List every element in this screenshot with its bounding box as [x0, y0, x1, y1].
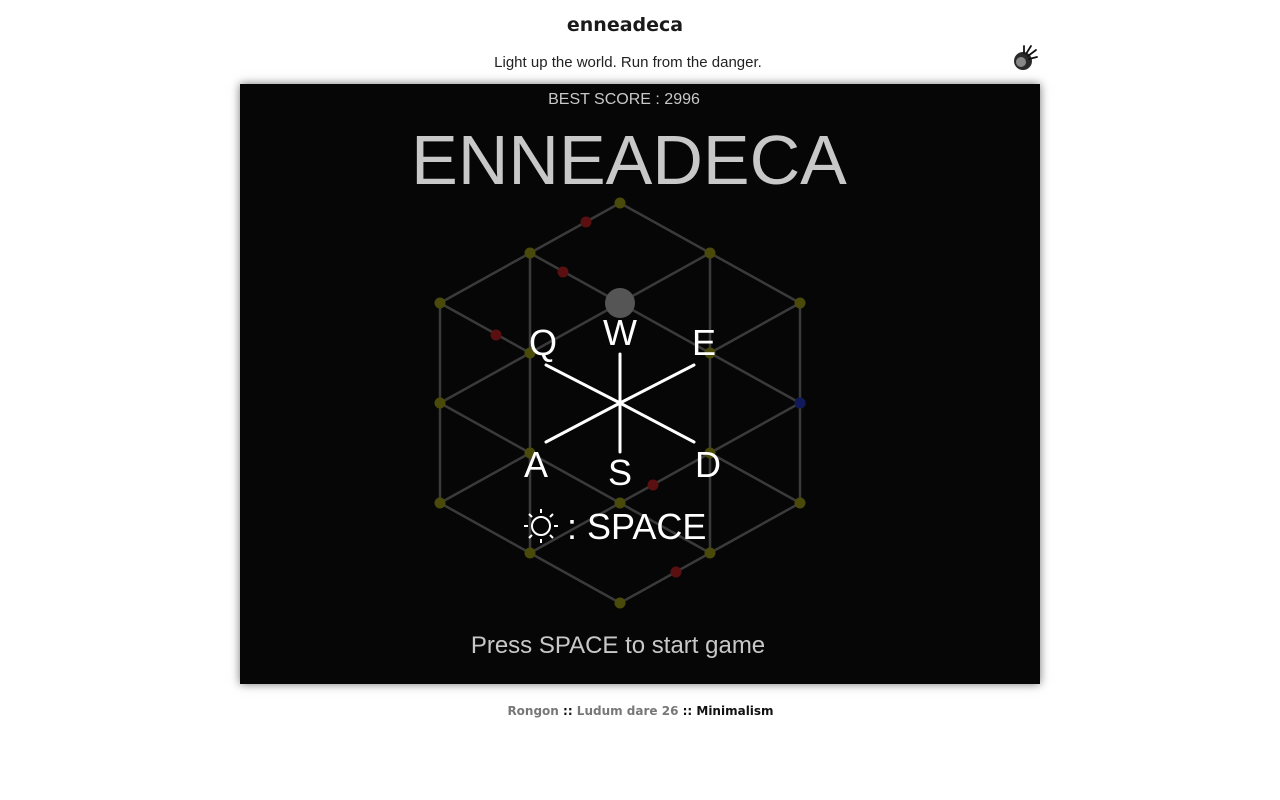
key-line-e: [618, 363, 696, 405]
graph-node: [524, 547, 536, 559]
graph-node: [614, 597, 626, 609]
graph-node: [794, 497, 806, 509]
footer-separator: ::: [678, 704, 697, 718]
key-line-d: [618, 401, 696, 444]
key-e: E: [692, 322, 716, 363]
tagline: Light up the world. Run from the danger.: [494, 54, 762, 71]
graph-node: [794, 297, 806, 309]
graph-edge: [709, 251, 801, 305]
graph-edge: [439, 351, 531, 405]
key-line-a: [544, 401, 622, 444]
space-hint: : SPACE: [567, 506, 706, 547]
best-score: BEST SCORE : 2996: [548, 91, 700, 108]
graph-edge: [439, 501, 531, 555]
key-q: Q: [529, 322, 557, 363]
graph-edge: [619, 251, 711, 305]
graph-edge: [709, 351, 801, 405]
danger-node: [557, 266, 569, 278]
theme-label: Minimalism: [696, 704, 774, 718]
danger-node: [580, 216, 592, 228]
game-logo: ENNEADECA: [411, 121, 847, 199]
direction-keys-diagram: [544, 352, 696, 454]
goal-node: [794, 397, 806, 409]
graph-node: [704, 547, 716, 559]
graph-edge: [439, 301, 531, 355]
graph-node: [434, 497, 446, 509]
bright-light-icon[interactable]: [1010, 44, 1038, 72]
footer: Rongon :: Ludum dare 26 :: Minimalism: [0, 704, 1280, 718]
graph-edge: [709, 501, 801, 555]
graph-node: [434, 297, 446, 309]
graph-edge: [619, 551, 711, 605]
graph-edge: [709, 451, 801, 505]
footer-separator: ::: [558, 704, 577, 718]
graph-edge: [529, 251, 621, 305]
key-line-q: [544, 363, 622, 405]
key-a: A: [524, 444, 548, 485]
graph-node: [704, 247, 716, 259]
graph-node: [434, 397, 446, 409]
key-w: W: [603, 312, 637, 353]
graph-edge: [709, 301, 801, 355]
start-prompt: Press SPACE to start game: [471, 632, 765, 659]
graph-edge: [439, 401, 531, 455]
danger-node: [490, 329, 502, 341]
graph-node: [614, 197, 626, 209]
game-board: BEST SCORE : 2996 ENNEADECA W Q E A S D: [411, 91, 847, 659]
graph-edge: [529, 201, 621, 255]
event-link[interactable]: Ludum dare 26: [577, 704, 679, 718]
author-link[interactable]: Rongon: [507, 704, 558, 718]
page-title: enneadeca: [566, 14, 684, 36]
graph-edge: [439, 451, 531, 505]
graph-edge: [529, 551, 621, 605]
graph-node: [524, 247, 536, 259]
key-d: D: [695, 444, 721, 485]
danger-node: [670, 566, 682, 578]
key-s: S: [608, 452, 632, 493]
graph-edge: [709, 401, 801, 455]
graph-edge: [439, 251, 531, 305]
game-canvas[interactable]: BEST SCORE : 2996 ENNEADECA W Q E A S D: [240, 84, 1040, 684]
danger-node: [647, 479, 659, 491]
graph-edge: [619, 201, 711, 255]
